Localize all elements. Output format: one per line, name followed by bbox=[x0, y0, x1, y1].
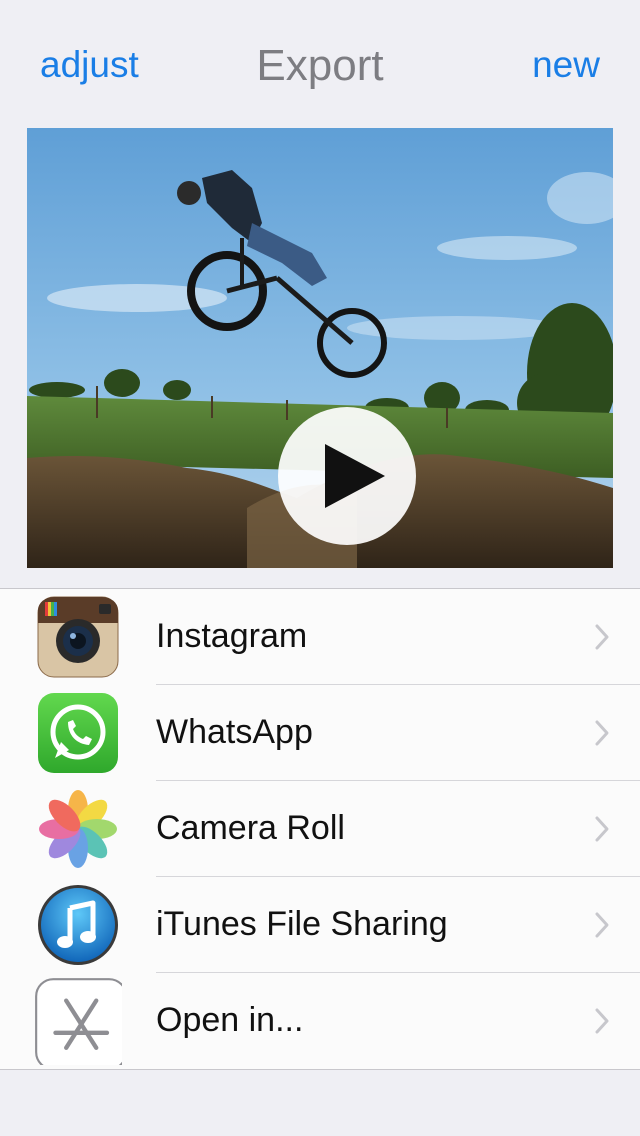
video-preview[interactable] bbox=[27, 128, 613, 568]
option-label: iTunes File Sharing bbox=[156, 905, 448, 943]
app-store-icon bbox=[35, 978, 122, 1065]
option-label: Camera Roll bbox=[156, 809, 345, 847]
option-itunes-file-sharing[interactable]: iTunes File Sharing bbox=[0, 877, 640, 973]
photos-icon bbox=[39, 790, 117, 868]
chevron-right-icon bbox=[595, 1008, 609, 1034]
option-open-in[interactable]: Open in... bbox=[0, 973, 640, 1069]
chevron-right-icon bbox=[595, 624, 609, 650]
export-screen: adjust Export new Instagram WhatsApp Cam… bbox=[0, 0, 640, 1136]
option-label: Open in... bbox=[156, 1001, 304, 1039]
option-whatsapp[interactable]: WhatsApp bbox=[0, 685, 640, 781]
whatsapp-icon bbox=[38, 693, 118, 773]
chevron-right-icon bbox=[595, 816, 609, 842]
export-options-list: Instagram WhatsApp Camera Roll iTunes Fi… bbox=[0, 588, 640, 1070]
instagram-icon bbox=[37, 596, 119, 678]
chevron-right-icon bbox=[595, 720, 609, 746]
option-instagram[interactable]: Instagram bbox=[0, 589, 640, 685]
option-camera-roll[interactable]: Camera Roll bbox=[0, 781, 640, 877]
chevron-right-icon bbox=[595, 912, 609, 938]
itunes-icon bbox=[38, 885, 118, 965]
option-label: Instagram bbox=[156, 617, 308, 655]
new-button[interactable]: new bbox=[532, 40, 600, 90]
play-icon[interactable] bbox=[277, 406, 417, 546]
nav-bar: adjust Export new bbox=[0, 0, 640, 128]
option-label: WhatsApp bbox=[156, 713, 313, 751]
